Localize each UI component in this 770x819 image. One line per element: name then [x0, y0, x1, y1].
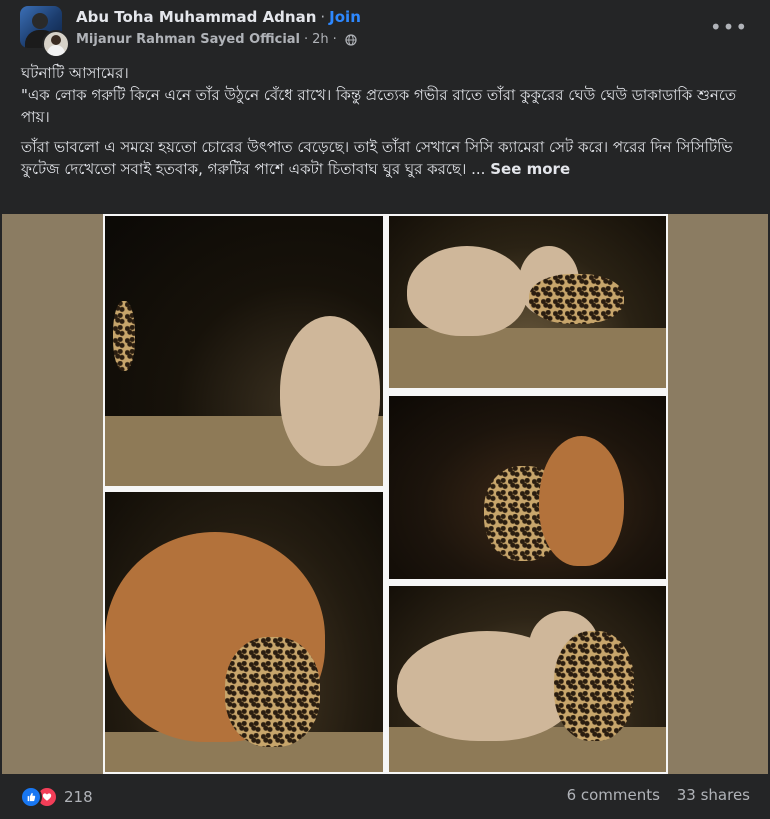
group-avatar-body-shape — [47, 45, 65, 56]
collage-photo-5 — [389, 586, 666, 772]
post-header: Abu Toha Muhammad Adnan · Join Mijanur Rah… — [20, 6, 750, 58]
post-time[interactable]: 2h — [312, 32, 329, 47]
group-avatar[interactable] — [42, 30, 70, 58]
title-line: Abu Toha Muhammad Adnan · Join — [76, 8, 361, 26]
like-icon — [20, 786, 42, 808]
post-image[interactable] — [2, 214, 768, 774]
post-text-paragraph-1: ঘটনাটি আসামের। "এক লোক গরুটি কিনে এনে তা… — [21, 62, 751, 128]
post-card: Abu Toha Muhammad Adnan · Join Mijanur Rah… — [0, 0, 770, 819]
collage-photo-2 — [389, 216, 666, 388]
photo-collage — [103, 214, 668, 774]
post-text-line-1: ঘটনাটি আসামের। — [21, 64, 129, 82]
sub-line: Mijanur Rahman Sayed Official · 2h · — [76, 32, 357, 47]
time-separator: · — [332, 32, 337, 47]
post-text-paragraph-2: তাঁরা ভাবলো এ সময়ে হয়তো চোরের উৎপাত বে… — [21, 136, 751, 180]
shares-count-link[interactable]: 33 shares — [677, 786, 750, 804]
group-separator: · — [304, 32, 309, 47]
join-button[interactable]: Join — [329, 8, 361, 26]
post-text-line-3: তাঁরা ভাবলো এ সময়ে হয়তো চোরের উৎপাত বে… — [21, 138, 733, 178]
collage-photo-1 — [105, 216, 383, 486]
group-avatar-head-shape — [51, 35, 61, 45]
collage-photo-4 — [105, 492, 383, 772]
globe-icon — [345, 33, 357, 46]
author-name[interactable]: Abu Toha Muhammad Adnan — [76, 8, 316, 26]
engagement-counts: 6 comments 33 shares — [567, 786, 750, 804]
reaction-summary[interactable]: 218 — [20, 786, 93, 808]
avatar-head-shape — [32, 13, 48, 29]
collage-photo-3 — [389, 396, 666, 579]
post-text-line-2: "এক লোক গরুটি কিনে এনে তাঁর উঠুনে বেঁধে … — [21, 86, 737, 126]
avatar[interactable] — [20, 6, 70, 58]
title-separator: · — [320, 8, 326, 26]
group-name[interactable]: Mijanur Rahman Sayed Official — [76, 32, 300, 47]
post-footer: 218 6 comments 33 shares — [20, 784, 750, 810]
more-options-icon[interactable]: ••• — [710, 12, 747, 42]
post-text: ঘটনাটি আসামের। "এক লোক গরুটি কিনে এনে তা… — [21, 62, 751, 180]
comments-count-link[interactable]: 6 comments — [567, 786, 660, 804]
see-more-link[interactable]: See more — [490, 160, 570, 178]
reaction-count: 218 — [64, 788, 93, 806]
